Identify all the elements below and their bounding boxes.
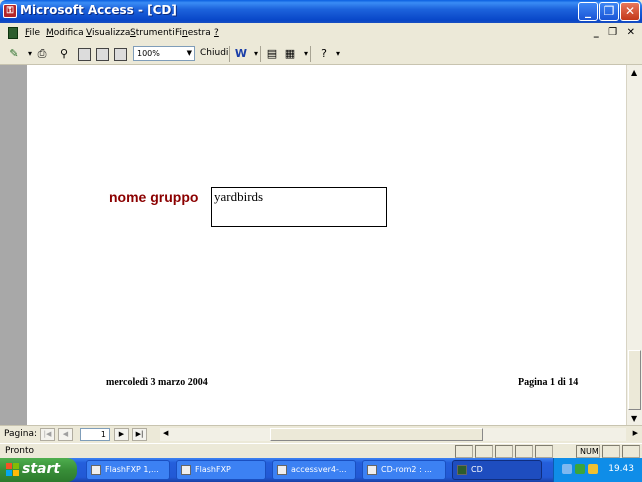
- view-design-icon[interactable]: ✎: [6, 46, 22, 62]
- restore-button[interactable]: ❐: [599, 2, 619, 21]
- document-icon: [277, 465, 287, 475]
- menu-file-label: File: [25, 28, 41, 38]
- menu-help[interactable]: ?: [214, 28, 219, 38]
- taskbar: start FlashFXP 1,... FlashFXP accessver4…: [0, 458, 642, 482]
- menu-visualizza[interactable]: Visualizza: [86, 28, 130, 38]
- scroll-down-icon[interactable]: ▼: [631, 414, 637, 423]
- access-key-icon[interactable]: ⚿: [3, 4, 17, 18]
- windows-logo-icon: [6, 463, 19, 476]
- toolbar: ✎ ▾ ⎙ ⚲ 100% ▼ Chiudi W ▾ ▤ ▦ ▾ ? ▾: [0, 43, 642, 65]
- database-window-icon[interactable]: ▤: [264, 46, 280, 62]
- status-cell: [475, 445, 493, 458]
- status-cell: [495, 445, 513, 458]
- menu-strumenti[interactable]: Strumenti: [130, 28, 175, 38]
- first-page-button[interactable]: |◀: [40, 428, 55, 441]
- document-icon[interactable]: [8, 27, 18, 39]
- clock: 19.43: [608, 464, 634, 474]
- magnifier-icon[interactable]: ⚲: [56, 46, 72, 62]
- page-label: Pagina:: [4, 429, 38, 439]
- page-number-input[interactable]: 1: [80, 428, 110, 441]
- menu-help-label: ?: [214, 28, 219, 38]
- flashfxp-icon: [181, 465, 191, 475]
- horizontal-scroll-thumb[interactable]: [270, 428, 483, 441]
- status-cell: [535, 445, 553, 458]
- menu-finestra-label: Finestra: [175, 28, 211, 38]
- scroll-up-icon[interactable]: ▲: [631, 68, 637, 77]
- horizontal-scrollbar[interactable]: ◀ ▶: [160, 428, 638, 441]
- menu-modifica[interactable]: Modifica: [46, 28, 84, 38]
- menu-file[interactable]: File: [25, 28, 40, 38]
- multiple-pages-icon[interactable]: [114, 48, 127, 61]
- taskbar-item-accessver4[interactable]: accessver4-...: [272, 460, 356, 480]
- dropdown-arrow-icon[interactable]: ▾: [330, 46, 346, 62]
- start-button[interactable]: start: [0, 458, 77, 482]
- status-cell: [455, 445, 473, 458]
- window-title: Microsoft Access - [CD]: [20, 3, 177, 17]
- minimize-button[interactable]: _: [578, 2, 598, 21]
- two-pages-icon[interactable]: [96, 48, 109, 61]
- zoom-select[interactable]: 100% ▼: [133, 46, 195, 61]
- menu-visualizza-label: Visualizza: [86, 28, 131, 38]
- page-navigation: Pagina: |◀ ◀ 1 ▶ ▶| ◀ ▶: [0, 425, 642, 442]
- task-label: accessver4-...: [291, 465, 347, 474]
- menu-bar: File Modifica Visualizza Strumenti Fines…: [0, 23, 642, 43]
- print-icon[interactable]: ⎙: [34, 46, 50, 62]
- chevron-down-icon: ▼: [186, 49, 192, 57]
- dropdown-arrow-icon[interactable]: ▾: [248, 46, 264, 62]
- system-tray: 19.43: [553, 458, 642, 482]
- scroll-left-icon[interactable]: ◀: [163, 429, 168, 437]
- separator: [229, 46, 230, 62]
- task-label: FlashFXP: [195, 465, 231, 474]
- scroll-thumb[interactable]: [628, 350, 641, 410]
- separator: [260, 46, 261, 62]
- task-label: CD-rom2 : ...: [381, 465, 432, 474]
- next-page-button[interactable]: ▶: [114, 428, 129, 441]
- num-indicator: NUM: [576, 445, 600, 458]
- previous-page-button[interactable]: ◀: [58, 428, 73, 441]
- last-page-button[interactable]: ▶|: [132, 428, 147, 441]
- zoom-value: 100%: [137, 49, 160, 58]
- status-cell: [622, 445, 640, 458]
- flashfxp-icon: [91, 465, 101, 475]
- footer-date: mercoledì 3 marzo 2004: [106, 377, 208, 388]
- title-bar[interactable]: ⚿ Microsoft Access - [CD] _ ❐ ✕: [0, 0, 642, 23]
- scroll-right-icon[interactable]: ▶: [633, 429, 638, 437]
- status-cell: [515, 445, 533, 458]
- tray-app-icon[interactable]: [575, 464, 585, 474]
- vertical-scrollbar[interactable]: ▲ ▼: [626, 65, 642, 425]
- task-label: FlashFXP 1,...: [105, 465, 159, 474]
- report-page[interactable]: nome gruppo yardbirds mercoledì 3 marzo …: [27, 65, 626, 425]
- one-page-icon[interactable]: [78, 48, 91, 61]
- menu-modifica-label: Modifica: [46, 28, 84, 38]
- network-icon[interactable]: [562, 464, 572, 474]
- mdi-controls[interactable]: _ ❐ ✕: [594, 27, 638, 38]
- volume-icon[interactable]: [588, 464, 598, 474]
- taskbar-item-cd[interactable]: CD: [452, 460, 542, 480]
- status-cell: [602, 445, 620, 458]
- task-label: CD: [471, 465, 483, 474]
- close-preview-label: Chiudi: [200, 48, 229, 58]
- footer-page-number: Pagina 1 di 14: [518, 377, 579, 388]
- start-label: start: [22, 461, 61, 477]
- dropdown-arrow-icon[interactable]: ▾: [298, 46, 314, 62]
- menu-strumenti-label: Strumenti: [130, 28, 175, 38]
- taskbar-item-cd-rom2[interactable]: CD-rom2 : ...: [362, 460, 446, 480]
- folder-icon: [367, 465, 377, 475]
- taskbar-item-flashfxp-2[interactable]: FlashFXP: [176, 460, 266, 480]
- access-icon: [457, 465, 467, 475]
- word-export-icon[interactable]: W: [233, 46, 249, 62]
- status-bar: Pronto NUM: [0, 443, 642, 458]
- close-preview-button[interactable]: Chiudi: [200, 48, 228, 58]
- menu-finestra[interactable]: Finestra: [175, 28, 211, 38]
- field-value-box: yardbirds: [211, 187, 387, 227]
- preview-margin: [0, 65, 27, 425]
- field-label: nome gruppo: [109, 189, 199, 205]
- separator: [310, 46, 311, 62]
- taskbar-item-flashfxp-1[interactable]: FlashFXP 1,...: [86, 460, 170, 480]
- new-object-icon[interactable]: ▦: [282, 46, 298, 62]
- status-text: Pronto: [5, 446, 35, 456]
- close-button[interactable]: ✕: [620, 2, 640, 21]
